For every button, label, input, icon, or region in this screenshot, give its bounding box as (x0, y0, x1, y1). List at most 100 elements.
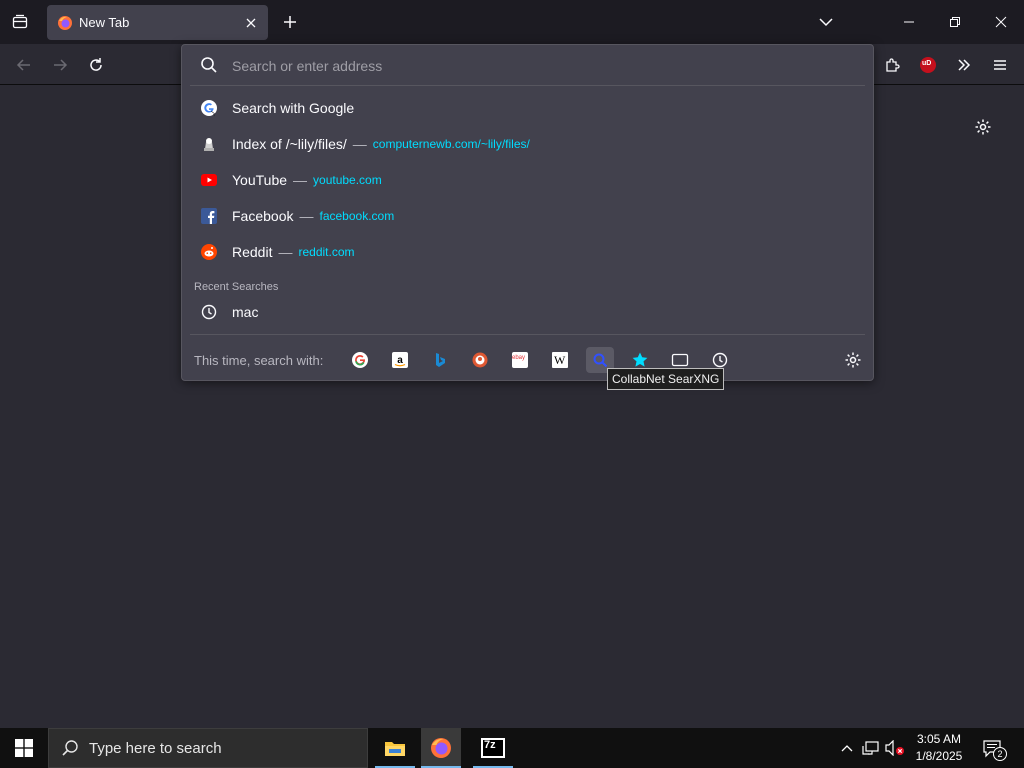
firefox-view-button[interactable] (6, 8, 34, 36)
clock-date: 1/8/2025 (915, 749, 963, 763)
engine-bing-button[interactable] (426, 347, 454, 373)
chevron-up-icon (841, 745, 853, 752)
extensions-button[interactable] (877, 50, 907, 80)
tab-strip: New Tab (0, 0, 1024, 44)
result-reddit[interactable]: Reddit — reddit.com (190, 235, 865, 269)
urlbar-dropdown: Search with Google Index of /~lily/files… (181, 44, 874, 381)
reddit-icon (200, 243, 218, 261)
ebay-icon-text: ebay (512, 355, 526, 361)
search-settings-button[interactable] (840, 347, 866, 373)
folder-icon (385, 742, 405, 756)
notification-count-badge: 2 (993, 747, 1007, 761)
forward-button[interactable] (45, 50, 75, 80)
show-hidden-icons-button[interactable] (837, 738, 857, 758)
app-menu-button[interactable] (985, 50, 1015, 80)
result-index-of-files[interactable]: Index of /~lily/files/ — computernewb.co… (190, 127, 865, 161)
volume-button[interactable] (885, 738, 905, 758)
divider (190, 334, 865, 335)
youtube-icon (200, 171, 218, 189)
reload-icon (90, 58, 102, 71)
list-all-tabs-button[interactable] (812, 9, 840, 35)
result-url: facebook.com (319, 209, 395, 223)
search-icon (201, 57, 217, 73)
result-separator: — (299, 208, 314, 224)
site-icon (200, 135, 218, 153)
engine-amazon-button[interactable]: a (386, 347, 414, 373)
taskbar-search-placeholder: Type here to search (89, 739, 222, 757)
puzzle-icon (886, 58, 900, 72)
arrow-left-icon (16, 59, 30, 71)
firefox-view-icon (12, 14, 28, 29)
ublock-badge-text: uD (922, 60, 932, 67)
urlbar-input[interactable] (232, 54, 852, 78)
tab-close-button[interactable] (239, 11, 263, 35)
overflow-menu-button[interactable] (949, 50, 979, 80)
engine-ebay-button[interactable]: ebay (506, 347, 534, 373)
taskbar-firefox[interactable] (421, 728, 461, 768)
hamburger-icon (994, 60, 1006, 70)
arrow-right-icon (54, 59, 68, 71)
taskbar-clock[interactable]: 3:05 AM 1/8/2025 (906, 731, 972, 765)
result-title: Facebook (232, 208, 294, 224)
tab-icon (671, 353, 689, 367)
engine-duckduckgo-button[interactable] (466, 347, 494, 373)
engine-google-button[interactable] (346, 347, 374, 373)
result-separator: — (278, 244, 293, 260)
minimize-button[interactable] (886, 0, 932, 44)
chevron-down-icon (819, 18, 833, 27)
new-tab-button[interactable] (277, 9, 303, 35)
gear-icon (845, 352, 861, 368)
action-center-button[interactable]: 2 (978, 736, 1008, 762)
engine-wikipedia-button[interactable]: W (546, 347, 574, 373)
result-search-google[interactable]: Search with Google (190, 91, 865, 125)
close-icon (995, 16, 1007, 28)
facebook-icon (200, 207, 218, 225)
7zip-icon-text: 7z (484, 739, 496, 751)
result-url: reddit.com (298, 245, 355, 259)
amazon-icon: a (392, 352, 408, 368)
google-icon (200, 99, 218, 117)
customize-newtab-button[interactable] (970, 114, 996, 140)
result-title: Search with Google (232, 100, 355, 116)
result-title: Index of /~lily/files/ (232, 136, 347, 152)
taskbar-search-box[interactable]: Type here to search (48, 728, 368, 768)
back-button[interactable] (9, 50, 39, 80)
start-button[interactable] (0, 728, 48, 768)
result-facebook[interactable]: Facebook — facebook.com (190, 199, 865, 233)
windows-taskbar: Type here to search 7z 3:05 AM 1/8/2025 … (0, 728, 1024, 768)
duckduckgo-icon (472, 352, 488, 368)
bing-icon (436, 353, 445, 367)
close-icon (246, 18, 256, 27)
network-icon (862, 741, 879, 755)
searxng-icon (593, 353, 608, 368)
restore-button[interactable] (932, 0, 978, 44)
clock-icon (200, 303, 218, 321)
plus-icon (284, 16, 296, 28)
one-off-search-label: This time, search with: (194, 353, 324, 368)
result-separator: — (293, 172, 308, 188)
clock-time: 3:05 AM (916, 732, 962, 746)
network-button[interactable] (861, 738, 881, 758)
result-recent-search[interactable]: mac (190, 295, 865, 329)
reload-button[interactable] (81, 50, 111, 80)
ublock-origin-button[interactable]: uD (913, 50, 943, 80)
google-icon (352, 352, 368, 368)
tab-title: New Tab (79, 15, 130, 30)
taskbar-7zip[interactable]: 7z (473, 728, 513, 768)
close-window-button[interactable] (978, 0, 1024, 44)
tooltip: CollabNet SearXNG (607, 368, 725, 390)
taskbar-file-explorer[interactable] (375, 728, 415, 768)
tab-new-tab[interactable]: New Tab (47, 5, 268, 40)
result-separator: — (352, 136, 367, 152)
result-url: youtube.com (313, 173, 382, 187)
windows-logo-icon (15, 739, 33, 757)
result-title: Reddit (232, 244, 273, 260)
wikipedia-icon-text: W (554, 353, 566, 367)
result-title: YouTube (232, 172, 288, 188)
star-icon (632, 352, 648, 367)
firefox-icon (431, 738, 451, 758)
result-url: computernewb.com/~lily/files/ (372, 137, 530, 151)
restore-icon (950, 17, 960, 27)
double-chevron-right-icon (958, 59, 971, 71)
result-youtube[interactable]: YouTube — youtube.com (190, 163, 865, 197)
